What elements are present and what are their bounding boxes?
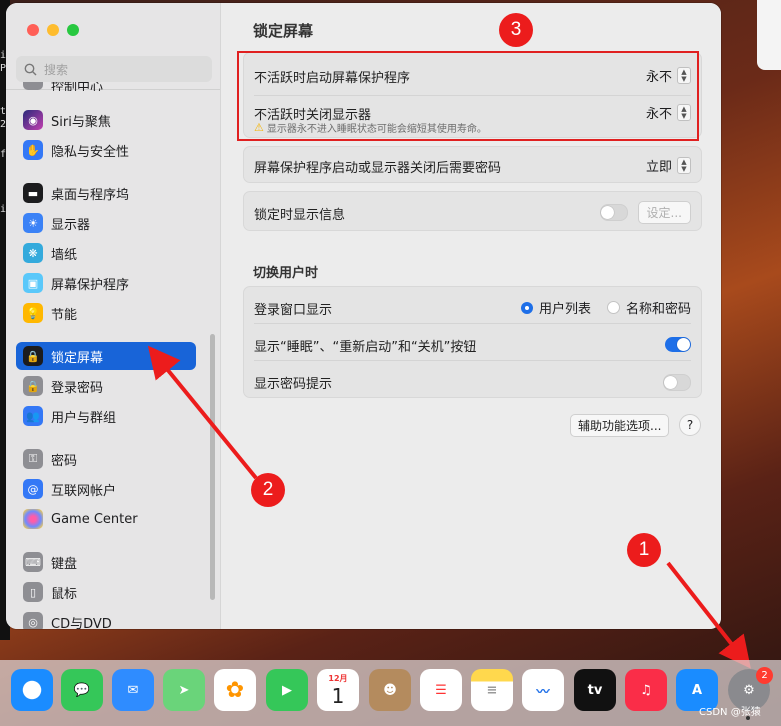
facetime-icon[interactable]: ▶	[266, 669, 308, 711]
tv-label: tv	[587, 682, 603, 698]
messages-icon[interactable]: 💬	[61, 669, 103, 711]
photos-icon[interactable]: ✿	[214, 669, 256, 711]
annotation-arrows	[147, 345, 751, 669]
notification-badge: 2	[756, 667, 773, 684]
safari-icon[interactable]: ✦	[11, 669, 53, 711]
contacts-icon[interactable]: ☻	[369, 669, 411, 711]
watermark: CSDN @张猿	[699, 707, 761, 718]
calendar-month: 12月	[328, 673, 348, 683]
arrow-to-lock-screen	[147, 345, 258, 480]
appletv-icon[interactable]: tv	[574, 669, 616, 711]
freeform-icon[interactable]: 〰	[522, 669, 564, 711]
calendar-day: 1	[331, 683, 345, 708]
arrow-to-settings	[666, 561, 751, 669]
reminders-icon[interactable]: ☰	[420, 669, 462, 711]
maps-icon[interactable]: ➤	[163, 669, 205, 711]
notes-icon[interactable]: ≡	[471, 669, 513, 711]
mail-icon[interactable]: ✉	[112, 669, 154, 711]
calendar-icon[interactable]: 12月 1	[317, 669, 359, 711]
music-icon[interactable]: ♫	[625, 669, 667, 711]
